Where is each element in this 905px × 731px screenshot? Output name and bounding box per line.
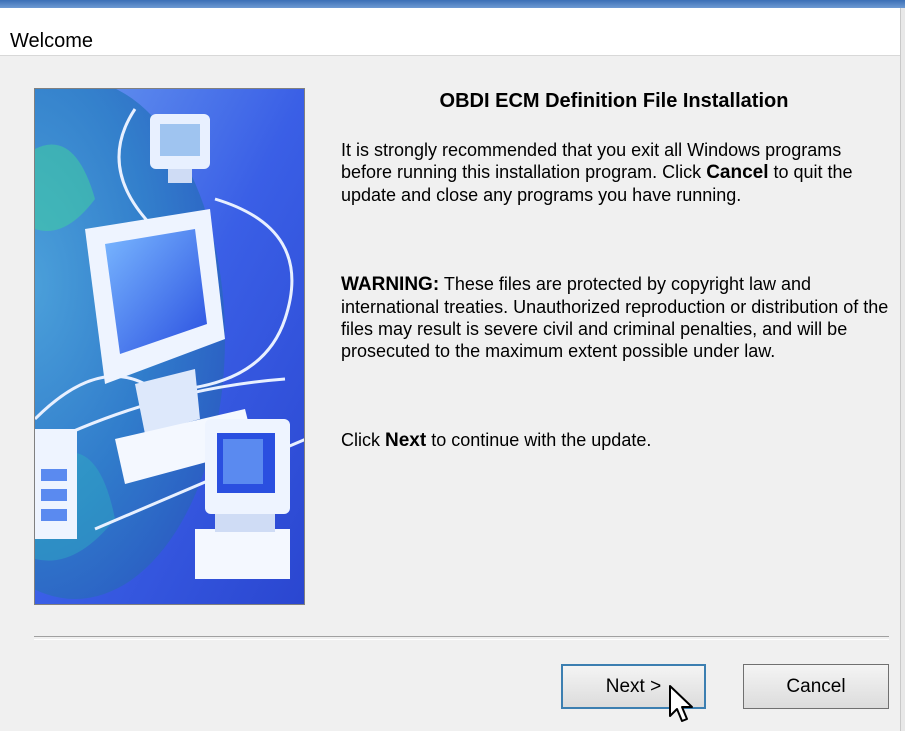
cancel-keyword: Cancel <box>706 162 769 183</box>
recommendation-text: It is strongly recommended that you exit… <box>341 139 891 206</box>
warning-text: WARNING: These files are protected by co… <box>341 273 891 362</box>
warning-label: WARNING: <box>341 274 440 295</box>
next-instruction-part1: Click <box>341 430 385 450</box>
window-right-border <box>900 8 905 731</box>
cancel-button[interactable]: Cancel <box>743 664 889 709</box>
welcome-illustration <box>34 88 305 605</box>
window-title: Welcome <box>10 30 93 52</box>
installer-heading: OBDI ECM Definition File Installation <box>439 90 789 112</box>
window-top-border <box>0 0 905 8</box>
mouse-pointer-icon <box>669 685 693 722</box>
next-keyword: Next <box>385 430 427 451</box>
button-separator <box>34 636 889 640</box>
computer-network-illustration-icon <box>35 89 304 604</box>
title-bar: Welcome <box>0 8 905 56</box>
next-instruction-text: Click Next to continue with the update. <box>341 429 891 452</box>
next-instruction-part2: to continue with the update. <box>426 430 652 450</box>
installer-window: Welcome OBDI ECM Definition File Install… <box>0 0 905 731</box>
